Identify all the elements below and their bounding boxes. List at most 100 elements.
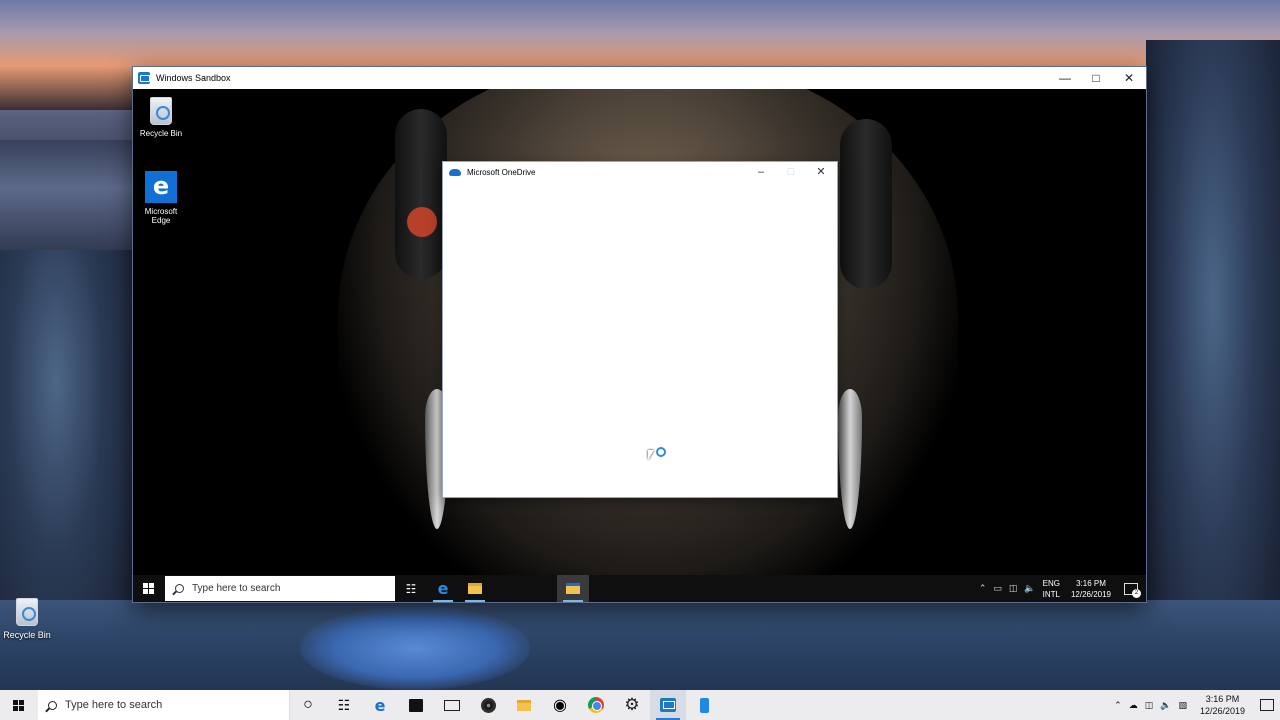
onedrive-setup-icon [566, 583, 580, 594]
keyboard-icon[interactable]: ▧ [1178, 700, 1187, 711]
sandbox-edge-shortcut[interactable]: e Microsoft Edge [135, 171, 187, 225]
sandbox-icon [660, 698, 676, 712]
task-view-icon: ☷ [405, 581, 417, 596]
host-mail-button[interactable] [434, 690, 470, 720]
cloud-icon[interactable]: ☁ [1129, 700, 1138, 711]
sandbox-edge-label: Microsoft Edge [144, 207, 178, 225]
host-taskbar: Type here to search ○ ☷ e ◉ ⚙ ⌃ ☁ ◫ 🔈 ▧ … [0, 690, 1280, 720]
network-icon[interactable]: ◫ [1145, 700, 1154, 711]
sandbox-recycle-bin-label: Recycle Bin [139, 129, 183, 138]
notification-badge: 2 [1132, 588, 1141, 598]
host-phone-button[interactable] [686, 690, 722, 720]
host-date: 12/26/2019 [1199, 706, 1245, 716]
host-clock[interactable]: 3:16 PM 12/26/2019 [1200, 693, 1245, 717]
volume-icon[interactable]: 🔈 [1024, 583, 1035, 594]
host-system-tray: ⌃ ☁ ◫ 🔈 ▧ 3:16 PM 12/26/2019 [1114, 693, 1280, 717]
wallpaper-paw [407, 207, 437, 237]
notification-icon[interactable]: 2 [1124, 582, 1141, 598]
onedrive-maximize-button: □ [787, 166, 795, 178]
cloud-icon [449, 168, 461, 176]
search-icon [175, 584, 184, 593]
onedrive-minimize-button[interactable]: – [746, 162, 776, 182]
media-disc-icon [480, 697, 496, 713]
host-explorer-button[interactable] [506, 690, 542, 720]
host-settings-button[interactable]: ⚙ [614, 690, 650, 720]
sandbox-start-button[interactable] [133, 575, 163, 602]
onedrive-title: Microsoft OneDrive [467, 167, 536, 177]
host-task-view-button[interactable]: ☷ [326, 690, 362, 720]
wallpaper-rocks-right [1146, 40, 1280, 690]
host-media-button[interactable] [470, 690, 506, 720]
sandbox-clock[interactable]: 3:16 PM 12/26/2019 [1071, 578, 1111, 600]
maximize-button[interactable]: □ [1079, 67, 1113, 89]
onedrive-window[interactable]: Microsoft OneDrive – □ ✕ [443, 162, 837, 497]
battery-icon[interactable]: ▭ [993, 583, 1002, 594]
host-time: 3:16 PM [1205, 694, 1240, 704]
busy-cursor-icon [648, 447, 666, 463]
host-edge-button[interactable]: e [362, 690, 398, 720]
keyboard-layout: INTL [1042, 589, 1060, 599]
minimize-button[interactable]: — [1048, 67, 1082, 89]
chevron-up-icon[interactable]: ⌃ [979, 583, 987, 594]
sandbox-edge-taskbar-button[interactable]: e [427, 575, 459, 602]
host-search-placeholder: Type here to search [65, 699, 163, 711]
sandbox-titlebar[interactable]: Windows Sandbox — □ ✕ [133, 67, 1146, 89]
mail-icon [444, 699, 460, 711]
edge-icon: e [437, 579, 449, 598]
task-view-icon: ☷ [337, 696, 351, 713]
gear-icon: ⚙ [624, 695, 640, 714]
sandbox-language-indicator[interactable]: ENG INTL [1043, 578, 1060, 600]
close-button[interactable]: ✕ [1112, 67, 1146, 89]
host-recycle-bin[interactable]: Recycle Bin [2, 598, 52, 640]
folder-icon [468, 583, 482, 594]
host-start-button[interactable] [0, 690, 36, 720]
running-indicator [433, 600, 453, 602]
wallpaper-rocks-bottom [0, 600, 1280, 690]
sandbox-time: 3:16 PM [1076, 578, 1106, 588]
host-recorder-button[interactable]: ◉ [542, 690, 578, 720]
host-cortana-button[interactable]: ○ [290, 690, 326, 720]
wallpaper-headphone-left [395, 109, 447, 279]
running-indicator [465, 600, 485, 602]
sandbox-date: 12/26/2019 [1070, 589, 1111, 599]
windows-logo-icon [12, 699, 24, 711]
target-icon: ◉ [553, 697, 567, 714]
wallpaper-tide-pool [300, 606, 530, 690]
chevron-up-icon[interactable]: ⌃ [1114, 700, 1122, 711]
phone-icon [699, 697, 709, 713]
host-recycle-bin-label: Recycle Bin [3, 630, 51, 640]
sandbox-system-tray: ⌃ ▭ ◫ 🔈 ENG INTL 3:16 PM 12/26/2019 2 [979, 578, 1146, 600]
wallpaper-headphone-right [840, 119, 892, 289]
sandbox-search-box[interactable]: Type here to search [165, 576, 395, 601]
windows-logo-icon [142, 583, 154, 594]
wallpaper-ocean [0, 140, 140, 260]
language-code: ENG [1042, 578, 1060, 588]
cortana-icon: ○ [303, 696, 313, 713]
running-indicator [563, 600, 583, 602]
edge-icon: e [145, 171, 177, 203]
sandbox-explorer-taskbar-button[interactable] [459, 575, 491, 602]
sandbox-title: Windows Sandbox [156, 73, 231, 83]
sandbox-icon [138, 72, 150, 84]
volume-icon[interactable]: 🔈 [1160, 700, 1171, 711]
notification-icon[interactable] [1260, 699, 1274, 711]
chrome-icon [588, 697, 604, 713]
recycle-bin-icon [150, 97, 172, 125]
search-icon [48, 700, 57, 710]
onedrive-close-button[interactable]: ✕ [806, 162, 836, 182]
host-search-box[interactable]: Type here to search [38, 690, 290, 720]
sandbox-task-view-button[interactable]: ☷ [395, 575, 427, 602]
host-chrome-button[interactable] [578, 690, 614, 720]
sandbox-onedrive-setup-taskbar-button[interactable] [557, 575, 589, 602]
recycle-bin-icon [16, 598, 38, 626]
sandbox-recycle-bin[interactable]: Recycle Bin [135, 97, 187, 138]
edge-icon: e [374, 695, 386, 715]
sandbox-taskbar: Type here to search ☷ e ⌃ ▭ ◫ 🔈 ENG INTL [133, 575, 1146, 602]
onedrive-titlebar[interactable]: Microsoft OneDrive – □ ✕ [443, 162, 837, 182]
host-store-button[interactable] [398, 690, 434, 720]
network-icon[interactable]: ◫ [1009, 583, 1018, 594]
store-icon [409, 698, 423, 712]
sandbox-search-placeholder: Type here to search [192, 583, 281, 594]
folder-icon [517, 699, 531, 711]
host-sandbox-button[interactable] [650, 690, 686, 720]
